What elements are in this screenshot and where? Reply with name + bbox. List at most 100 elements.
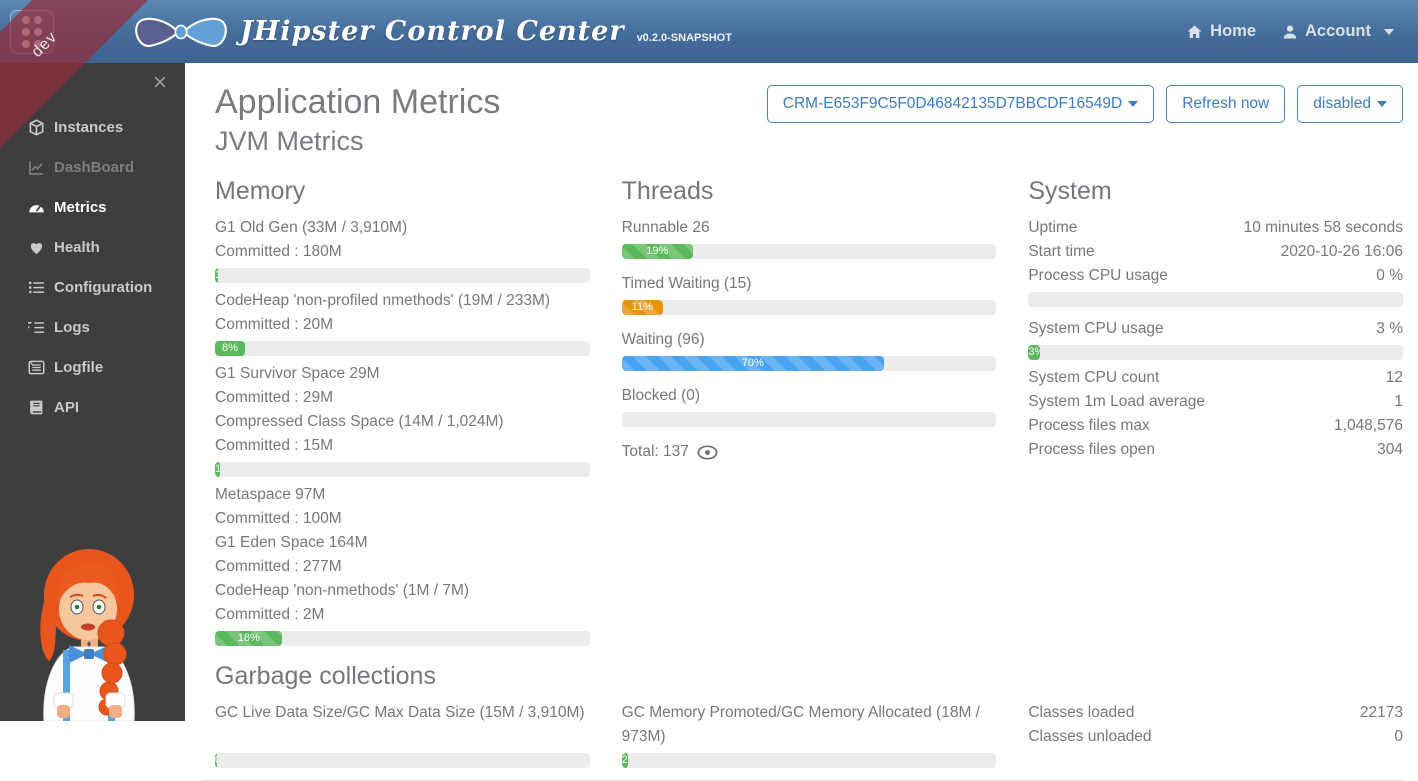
sidebar-item-label: Instances xyxy=(54,119,123,136)
progress-bar xyxy=(1028,292,1403,307)
apps-grid-icon[interactable] xyxy=(10,10,54,54)
system-row-label: Uptime xyxy=(1028,216,1077,240)
progress-bar: 18% xyxy=(215,631,590,646)
gc-item-name: GC Live Data Size/GC Max Data Size (15M … xyxy=(215,701,590,749)
refresh-label: Refresh now xyxy=(1182,95,1269,113)
sidebar-item-instances[interactable]: Instances xyxy=(0,107,185,147)
home-label: Home xyxy=(1210,22,1256,41)
classes-row-value: 22173 xyxy=(1360,701,1403,725)
system-row-label: Process files max xyxy=(1028,414,1149,438)
system-row: System CPU usage 3 % xyxy=(1028,317,1403,341)
cube-icon xyxy=(28,119,45,136)
sidebar-item-label: DashBoard xyxy=(54,159,134,176)
memory-pool-name: Compressed Class Space (14M / 1,024M) xyxy=(215,410,590,434)
classes-row: Classes loaded 22173 xyxy=(1028,701,1403,725)
home-link[interactable]: Home xyxy=(1186,22,1256,41)
classes-row-label: Classes unloaded xyxy=(1028,725,1151,749)
sidebar-item-dashboard[interactable]: DashBoard xyxy=(0,147,185,187)
progress-bar: 1% xyxy=(215,462,590,477)
progress-bar: 3% xyxy=(1028,345,1403,360)
threads-heading: Threads xyxy=(622,177,997,206)
system-row-value: 12 xyxy=(1386,366,1403,390)
sidebar-item-label: Metrics xyxy=(54,199,107,216)
sidebar-item-label: Configuration xyxy=(54,279,152,296)
threads-total: Total: 137 xyxy=(622,440,689,464)
system-row-value: 304 xyxy=(1377,438,1403,462)
system-row: System CPU count 12 xyxy=(1028,366,1403,390)
gc-classes: Classes loaded 22173 Classes unloaded 0 xyxy=(1028,701,1403,774)
tachometer-icon xyxy=(28,199,45,216)
memory-pool-name: G1 Old Gen (33M / 3,910M) xyxy=(215,216,590,240)
system-row-label: Start time xyxy=(1028,240,1094,264)
refresh-button[interactable]: Refresh now xyxy=(1166,85,1285,123)
sidebar-item-logfile[interactable]: Logfile xyxy=(0,347,185,387)
book-icon xyxy=(28,399,45,416)
sidebar-item-api[interactable]: API xyxy=(0,387,185,427)
sidebar-item-label: Health xyxy=(54,239,100,256)
brand-title: JHipster Control Center xyxy=(240,16,625,47)
user-icon xyxy=(1282,24,1298,40)
system-heading: System xyxy=(1028,177,1403,206)
memory-pool-name: CodeHeap 'non-profiled nmethods' (19M / … xyxy=(215,289,590,313)
caret-down-icon xyxy=(1377,101,1387,107)
gc-heading: Garbage collections xyxy=(215,662,1403,691)
memory-pool-name: G1 Eden Space 164M xyxy=(215,531,590,555)
system-row-label: Process files open xyxy=(1028,438,1155,462)
brand[interactable]: JHipster Control Center v0.2.0-SNAPSHOT xyxy=(132,12,732,52)
memory-pool-name: CodeHeap 'non-nmethods' (1M / 7M) xyxy=(215,579,590,603)
sidebar-item-label: Logfile xyxy=(54,359,103,376)
sidebar: × Instances DashBoard Metrics Health xyxy=(0,63,185,721)
progress-bar: 8% xyxy=(215,341,590,356)
instance-selector[interactable]: CRM-E653F9C5F0D46842135D7BBCDF16549D xyxy=(767,85,1154,123)
sidebar-item-metrics[interactable]: Metrics xyxy=(0,187,185,227)
system-row-value: 0 % xyxy=(1376,264,1403,288)
progress-bar: 1% xyxy=(215,268,590,283)
system-row: Process files open 304 xyxy=(1028,438,1403,462)
bowtie-logo xyxy=(132,12,230,52)
system-row-value: 1,048,576 xyxy=(1334,414,1403,438)
system-section: System Uptime 10 minutes 58 seconds Star… xyxy=(1028,167,1403,652)
system-row-value: 2020-10-26 16:06 xyxy=(1281,240,1403,264)
progress-bar xyxy=(622,412,997,427)
progress-bar: 2% xyxy=(622,753,997,768)
caret-down-icon xyxy=(1128,101,1138,107)
gc-item: GC Memory Promoted/GC Memory Allocated (… xyxy=(622,701,997,774)
system-row-label: Process CPU usage xyxy=(1028,264,1168,288)
memory-pool-committed: Committed : 2M xyxy=(215,603,590,627)
memory-pool-name: Metaspace 97M xyxy=(215,483,590,507)
classes-row: Classes unloaded 0 xyxy=(1028,725,1403,749)
memory-heading: Memory xyxy=(215,177,590,206)
close-icon[interactable]: × xyxy=(153,71,167,95)
account-menu[interactable]: Account xyxy=(1282,22,1394,41)
system-row-value: 3 % xyxy=(1376,317,1403,341)
brand-version: v0.2.0-SNAPSHOT xyxy=(637,32,732,44)
page-subtitle: JVM Metrics xyxy=(215,126,500,157)
thread-state-label: Blocked (0) xyxy=(622,384,997,408)
gc-item-name: GC Memory Promoted/GC Memory Allocated (… xyxy=(622,701,997,749)
memory-pool-committed: Committed : 180M xyxy=(215,240,590,264)
threads-section: Threads Runnable 26 19% Timed Waiting (1… xyxy=(622,167,997,652)
progress-bar: 11% xyxy=(622,300,997,315)
main-content: Application Metrics JVM Metrics CRM-E653… xyxy=(185,63,1418,721)
system-row: Process files max 1,048,576 xyxy=(1028,414,1403,438)
progress-bar: 70% xyxy=(622,356,997,371)
list-icon xyxy=(28,279,45,296)
tasks-icon xyxy=(28,319,45,336)
page-title: Application Metrics xyxy=(215,83,500,122)
sidebar-item-health[interactable]: Health xyxy=(0,227,185,267)
list-alt-icon xyxy=(28,359,45,376)
instance-selector-label: CRM-E653F9C5F0D46842135D7BBCDF16549D xyxy=(783,95,1122,113)
classes-row-value: 0 xyxy=(1394,725,1403,749)
home-icon xyxy=(1186,24,1203,40)
system-row-value: 10 minutes 58 seconds xyxy=(1244,216,1403,240)
sidebar-item-label: API xyxy=(54,399,79,416)
system-row-value: 1 xyxy=(1394,390,1403,414)
account-label: Account xyxy=(1305,22,1371,41)
refresh-interval-selector[interactable]: disabled xyxy=(1297,85,1403,123)
memory-pool-committed: Committed : 15M xyxy=(215,434,590,458)
system-row: Uptime 10 minutes 58 seconds xyxy=(1028,216,1403,240)
eye-icon[interactable] xyxy=(697,445,718,460)
sidebar-item-configuration[interactable]: Configuration xyxy=(0,267,185,307)
sidebar-item-label: Logs xyxy=(54,319,90,336)
sidebar-item-logs[interactable]: Logs xyxy=(0,307,185,347)
